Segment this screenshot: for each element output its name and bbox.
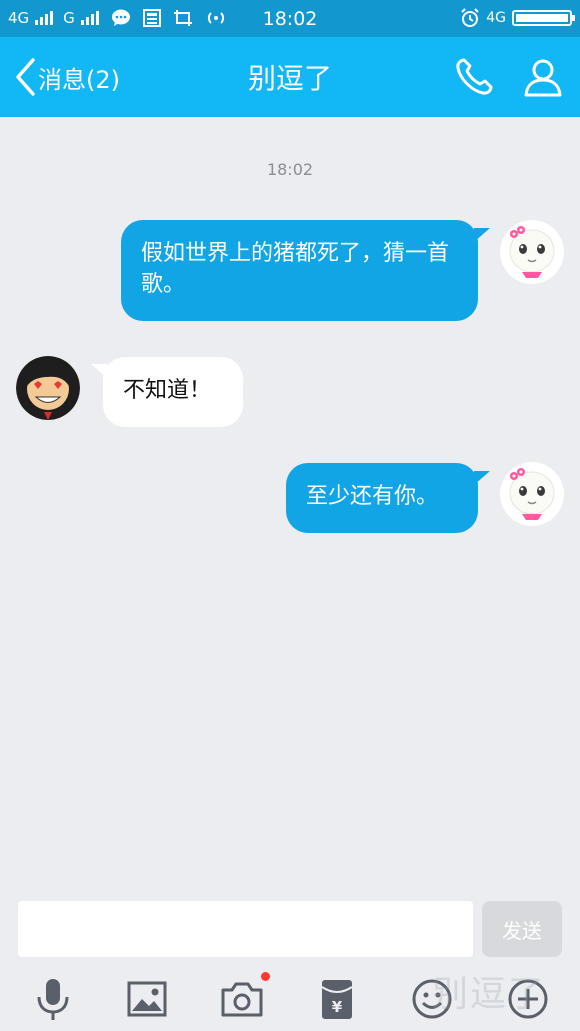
- network-4g-label-right: 4G: [486, 10, 506, 26]
- message-bubble-incoming[interactable]: 不知道！: [103, 357, 243, 427]
- contact-profile-icon[interactable]: [521, 55, 565, 99]
- svg-text:¥: ¥: [332, 998, 343, 1016]
- status-bar: 4G G 18:02 4G: [0, 0, 580, 37]
- red-packet-icon[interactable]: ¥: [313, 975, 361, 1023]
- camera-notification-dot: [261, 972, 270, 981]
- contact-avatar[interactable]: [16, 356, 80, 420]
- camera-icon[interactable]: [218, 975, 266, 1023]
- bubble-tail: [474, 471, 490, 485]
- battery-icon: [512, 10, 575, 26]
- watermark: 别逗了: [432, 974, 547, 1015]
- message-bubble-outgoing[interactable]: 假如世界上的猪都死了，猜一首歌。: [121, 220, 478, 321]
- message-text: 假如世界上的猪都死了，猜一首歌。: [141, 241, 450, 297]
- my-avatar[interactable]: [500, 462, 564, 526]
- phone-icon[interactable]: [452, 55, 496, 99]
- my-avatar[interactable]: [500, 220, 564, 284]
- message-text: 不知道！: [123, 378, 212, 403]
- send-button[interactable]: 发送: [482, 901, 562, 957]
- bubble-tail: [474, 228, 490, 242]
- status-right: 4G: [460, 8, 575, 28]
- alarm-icon: [461, 8, 479, 27]
- mic-icon[interactable]: [29, 975, 77, 1023]
- message-input[interactable]: [18, 901, 473, 957]
- chat-header: 消息(2) 别逗了: [0, 37, 580, 117]
- chat-timestamp: 18:02: [266, 160, 314, 179]
- image-icon[interactable]: [123, 975, 171, 1023]
- message-text: 至少还有你。: [306, 484, 439, 509]
- message-bubble-outgoing[interactable]: 至少还有你。: [286, 463, 478, 533]
